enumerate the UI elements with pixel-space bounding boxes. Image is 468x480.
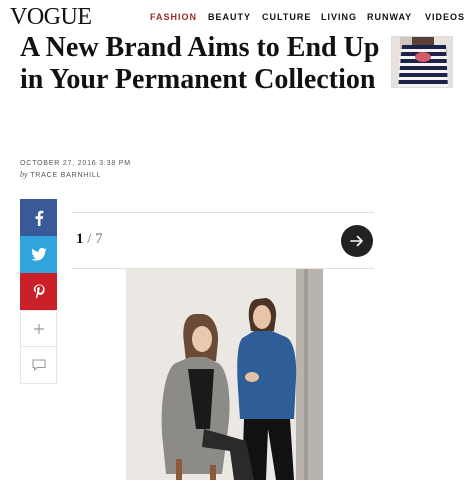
nav-item-fashion[interactable]: FASHION — [150, 12, 197, 22]
publish-date: OCTOBER 27, 2016 3:38 PM — [20, 160, 131, 167]
nav-item-videos[interactable]: VIDEOS — [425, 12, 465, 22]
top-navigation-bar: VOGUE FASHION BEAUTY CULTURE LIVING RUNW… — [0, 0, 468, 36]
twitter-share-button[interactable] — [20, 236, 57, 273]
article-meta: OCTOBER 27, 2016 3:38 PM by TRACE BARNHI… — [20, 158, 131, 181]
author-link[interactable]: TRACE BARNHILL — [30, 172, 101, 179]
nav-item-culture[interactable]: CULTURE — [262, 12, 311, 22]
comment-icon — [32, 359, 45, 371]
slide-separator: / — [87, 231, 92, 247]
slide-counter: 1 / 7 — [76, 231, 103, 248]
more-share-button[interactable] — [20, 310, 57, 347]
magazine-cover-thumbnail[interactable] — [391, 36, 453, 88]
facebook-share-button[interactable] — [20, 199, 57, 236]
facebook-icon — [35, 210, 43, 226]
vogue-logo[interactable]: VOGUE — [10, 5, 92, 29]
next-slide-button[interactable] — [341, 225, 373, 257]
current-slide: 1 — [76, 231, 84, 247]
nav-item-beauty[interactable]: BEAUTY — [208, 12, 251, 22]
plus-icon — [33, 323, 44, 334]
gallery-top-divider — [72, 212, 374, 213]
arrow-right-icon — [350, 235, 363, 247]
total-slides: 7 — [95, 231, 103, 247]
comment-button[interactable] — [20, 347, 57, 384]
gallery-photo[interactable] — [126, 269, 323, 480]
nav-item-runway[interactable]: RUNWAY — [367, 12, 412, 22]
twitter-icon — [30, 248, 47, 261]
nav-item-living[interactable]: LIVING — [321, 12, 357, 22]
byline-prefix: by — [20, 170, 28, 179]
article-title: A New Brand Aims to End Up in Your Perma… — [20, 32, 380, 95]
pinterest-share-button[interactable] — [20, 273, 57, 310]
pinterest-icon — [33, 284, 45, 299]
